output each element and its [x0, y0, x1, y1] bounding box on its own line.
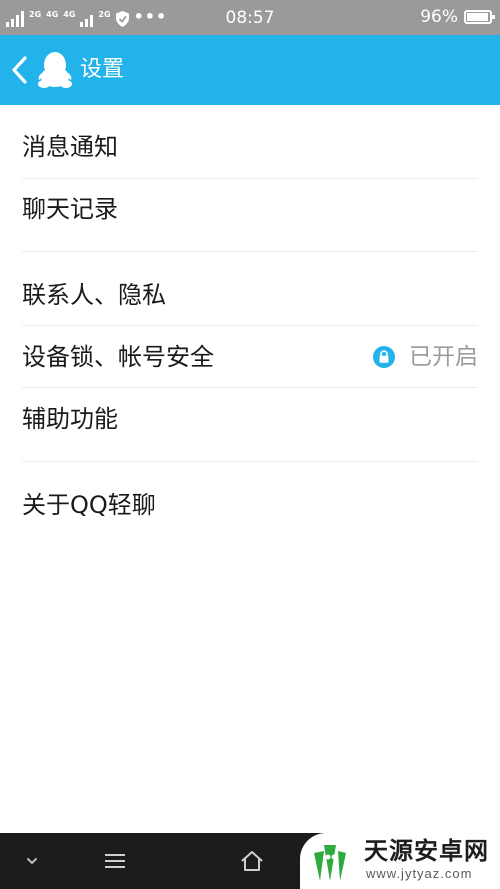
settings-item-contacts-privacy[interactable]: 联系人、隐私: [0, 265, 500, 325]
settings-item-accessibility[interactable]: 辅助功能: [0, 389, 500, 449]
menu-icon[interactable]: [101, 847, 129, 875]
page-title: 设置: [80, 57, 125, 82]
settings-item-notifications[interactable]: 消息通知: [0, 117, 500, 177]
settings-item-label: 关于QQ轻聊: [22, 491, 156, 519]
settings-item-label: 聊天记录: [22, 195, 118, 223]
battery-percentage: 96%: [420, 7, 458, 27]
settings-item-chat-history[interactable]: 聊天记录: [0, 179, 500, 239]
settings-item-about[interactable]: 关于QQ轻聊: [0, 475, 500, 535]
battery-indicator: 96%: [420, 7, 495, 27]
back-button[interactable]: [4, 53, 34, 87]
watermark-logo-icon: [314, 845, 346, 881]
battery-icon: [464, 10, 495, 24]
watermark: 天源安卓网 www.jytyaz.com: [300, 833, 500, 889]
divider: [22, 387, 478, 388]
home-icon[interactable]: [238, 847, 266, 875]
settings-item-label: 消息通知: [22, 133, 118, 161]
lock-icon: [373, 346, 395, 368]
settings-item-device-lock-security[interactable]: 设备锁、帐号安全 已开启: [0, 327, 500, 387]
settings-item-label: 辅助功能: [22, 405, 118, 433]
divider: [22, 325, 478, 326]
status-text: 已开启: [409, 344, 478, 370]
app-header: 设置: [0, 35, 500, 105]
chevron-left-icon: [12, 56, 27, 84]
section-divider: [22, 251, 478, 252]
watermark-url: www.jytyaz.com: [366, 866, 473, 881]
battery-level-fill: [467, 13, 488, 21]
watermark-title: 天源安卓网: [364, 837, 489, 865]
status-bar: 2G 4G 4G 2G ••• 08:57 96%: [0, 0, 500, 35]
settings-item-label: 联系人、隐私: [22, 281, 166, 309]
device-lock-status: 已开启: [373, 343, 478, 371]
chevron-down-icon[interactable]: [18, 847, 46, 875]
settings-item-label: 设备锁、帐号安全: [22, 343, 214, 371]
qq-penguin-icon: [38, 52, 72, 88]
section-divider: [22, 461, 478, 462]
